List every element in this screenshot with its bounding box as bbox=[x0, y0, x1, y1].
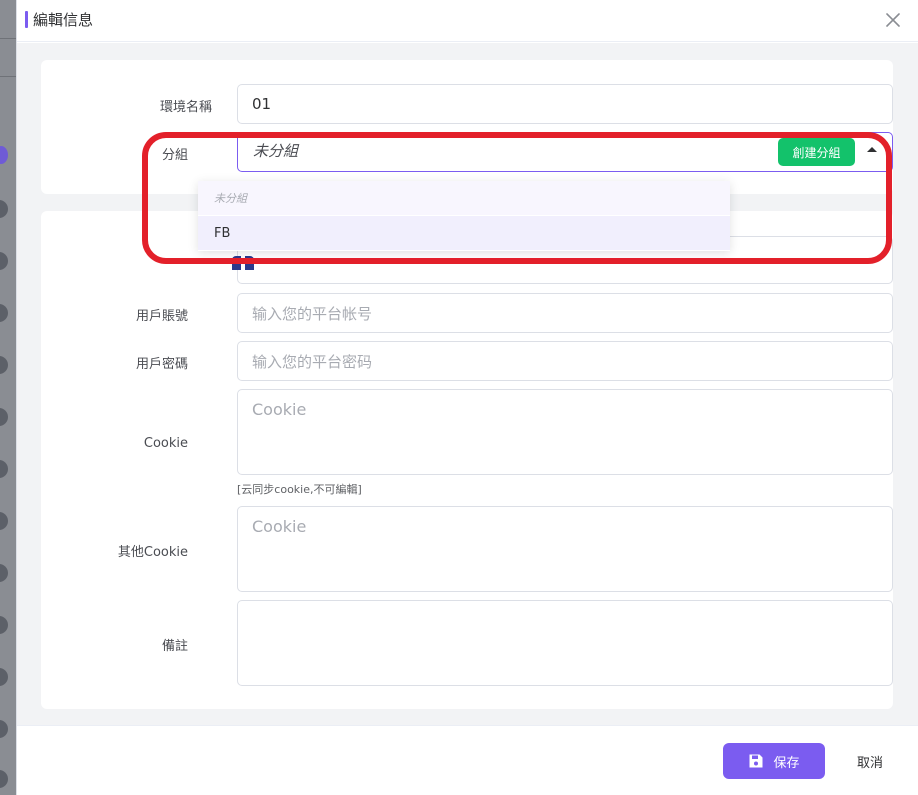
background-item-icon bbox=[0, 304, 8, 322]
dialog-title: 編輯信息 bbox=[33, 11, 94, 29]
remark-label: 備註 bbox=[161, 639, 188, 654]
highlight-annotation bbox=[142, 132, 892, 264]
close-button[interactable] bbox=[879, 6, 907, 34]
account-info-card: 用戶賬號 输入您的平台帐号 用戶密碼 输入您的平台密码 Cookie Cooki… bbox=[41, 211, 893, 709]
password-input[interactable]: 输入您的平台密码 bbox=[237, 341, 893, 381]
other-cookie-textarea[interactable]: Cookie bbox=[237, 506, 893, 592]
background-item-icon bbox=[0, 720, 8, 738]
dialog-footer: 保存 取消 bbox=[17, 725, 918, 795]
edit-info-dialog: 編輯信息 環境名稱 01 分組 未分組 創建分組 用戶賬號 输入您的平台帐号 用… bbox=[16, 0, 918, 795]
cookie-hint: [云同步cookie,不可編輯] bbox=[237, 483, 362, 496]
other-cookie-label: 其他Cookie bbox=[117, 545, 188, 560]
cookie-label: Cookie bbox=[143, 436, 188, 451]
dialog-header: 編輯信息 bbox=[17, 0, 918, 42]
cookie-textarea[interactable]: Cookie bbox=[237, 389, 893, 475]
background-item-icon bbox=[0, 408, 8, 426]
background-item-icon bbox=[0, 252, 8, 270]
remark-textarea[interactable] bbox=[237, 600, 893, 686]
env-name-input[interactable]: 01 bbox=[237, 84, 893, 124]
title-accent-bar bbox=[25, 11, 28, 28]
save-label: 保存 bbox=[773, 755, 800, 771]
background-divider bbox=[0, 38, 16, 39]
background-item-icon bbox=[0, 512, 8, 530]
background-divider bbox=[0, 76, 16, 77]
background-item-icon bbox=[0, 356, 8, 374]
background-item-icon bbox=[0, 616, 8, 634]
background-item-icon bbox=[0, 460, 8, 478]
account-placeholder: 输入您的平台帐号 bbox=[252, 304, 373, 323]
password-label: 用戶密碼 bbox=[135, 357, 188, 372]
cancel-button[interactable]: 取消 bbox=[845, 743, 895, 779]
account-input[interactable]: 输入您的平台帐号 bbox=[237, 293, 893, 333]
account-label: 用戶賬號 bbox=[135, 309, 188, 324]
save-button[interactable]: 保存 bbox=[723, 743, 825, 779]
floppy-disk-icon bbox=[749, 754, 763, 768]
password-placeholder: 输入您的平台密码 bbox=[252, 352, 373, 371]
close-icon bbox=[886, 13, 900, 27]
cookie-placeholder: Cookie bbox=[252, 400, 307, 419]
other-cookie-placeholder: Cookie bbox=[252, 517, 307, 536]
background-item-icon bbox=[0, 564, 8, 582]
env-name-label: 環境名稱 bbox=[159, 100, 212, 115]
background-page-strip bbox=[0, 0, 16, 795]
env-name-value: 01 bbox=[252, 95, 272, 113]
background-item-icon bbox=[0, 770, 8, 788]
background-item-icon bbox=[0, 200, 8, 218]
background-item-icon bbox=[0, 146, 8, 164]
background-item-icon bbox=[0, 668, 8, 686]
